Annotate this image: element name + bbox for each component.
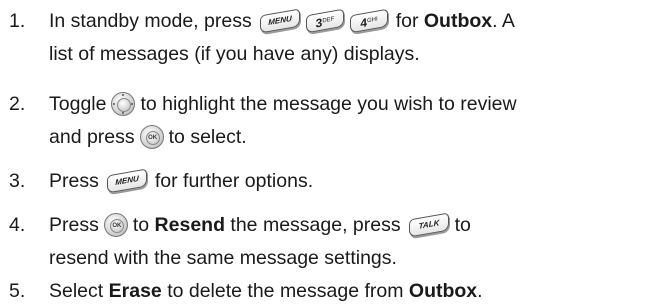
ok-key-label: OK [145,131,160,145]
step-3-text-b: for further options. [154,170,314,192]
step-4-text-b: to [132,214,150,236]
step-4-resend-bold: Resend [154,214,225,236]
ok-key-label: OK [109,219,124,233]
navigation-key-icon [111,92,136,116]
key-3-letters: DEF [322,16,335,25]
step-2-line-2: and press OK to select. [49,122,247,152]
key-3-icon: 3DEF [305,8,344,34]
talk-key-icon: TALK [408,212,449,238]
key-4-letters: GHI [366,16,378,25]
step-5-line-1: Select Erase to delete the message from … [49,276,483,306]
step-5-text-b: to delete the message from [167,280,404,302]
menu-key-icon: MENU [259,8,300,34]
step-1-text-a: In standby mode, press [49,10,252,32]
step-3-line-1: Press MENU for further options. [49,166,313,196]
step-5-text-c: . [477,280,483,302]
step-1-text-c: . A [492,10,515,32]
step-1-line-2: list of messages (if you have any) displ… [49,43,420,65]
step-5-outbox-bold: Outbox [408,280,478,302]
key-4-icon: 4GHI [349,8,388,34]
ok-key-icon: OK [103,213,128,237]
key-4-digit: 4 [360,15,367,31]
step-5-text-a: Select [49,280,104,302]
step-1-number: 1. [9,10,26,32]
step-3-text-a: Press [49,170,99,192]
step-3-number: 3. [9,170,26,192]
step-2-text-d: to select. [168,126,247,148]
step-2-text-c: and press [49,126,135,148]
nav-center [117,98,132,112]
step-2-number: 2. [9,93,26,115]
step-4-line-2: resend with the same message settings. [49,247,397,269]
step-5-erase-bold: Erase [108,280,162,302]
step-4-line-1: Press OK to Resend the message, press TA… [49,210,471,240]
step-1-outbox-bold: Outbox [423,10,493,32]
ok-key-icon: OK [139,125,164,149]
step-1-line-1: In standby mode, press MENU 3DEF 4GHI fo… [49,6,515,36]
menu-key-icon: MENU [106,168,147,194]
step-4-text-a: Press [49,214,99,236]
step-5-number: 5. [9,280,26,302]
instruction-page: 1. In standby mode, press MENU 3DEF 4GHI… [0,0,647,308]
step-2-text-b: to highlight the message you wish to rev… [140,93,517,115]
step-4-text-d: to [454,214,471,236]
step-1-text-b: for [395,10,419,32]
step-2-line-1: Toggle to highlight the message you wish… [49,89,517,119]
step-2-text-a: Toggle [49,93,107,115]
step-4-text-c: the message, press [230,214,401,236]
step-4-number: 4. [9,214,26,236]
